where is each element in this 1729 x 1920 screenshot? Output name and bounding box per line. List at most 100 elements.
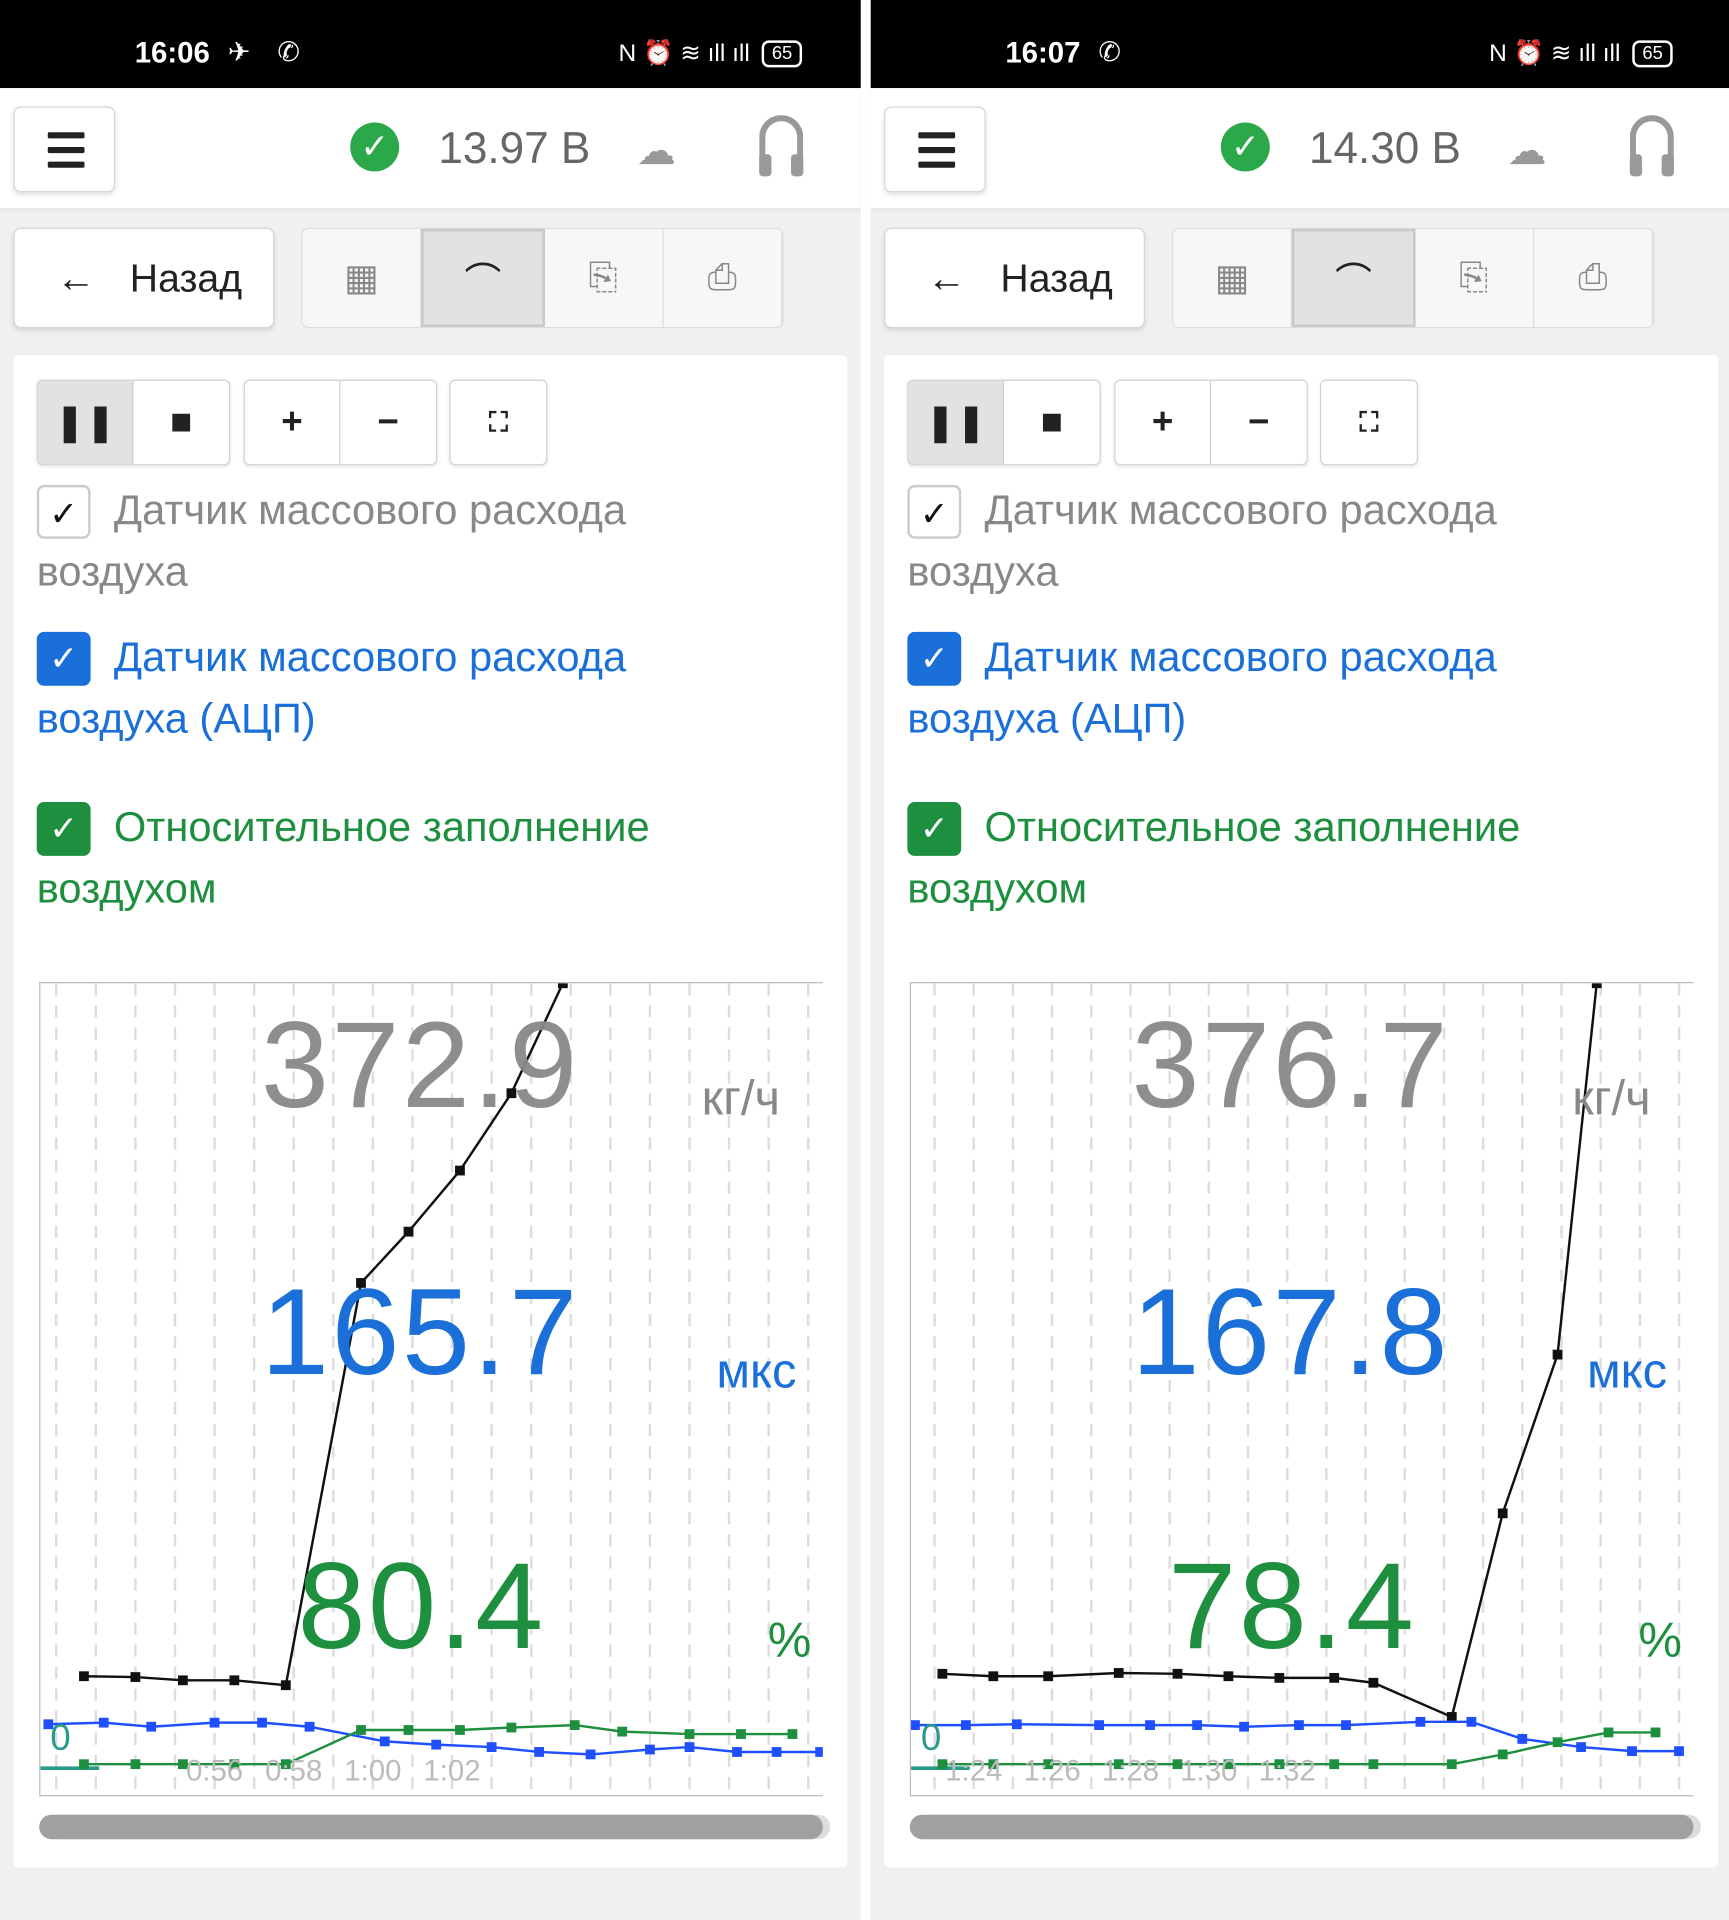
stop-button[interactable]: ■ <box>1004 380 1100 465</box>
sensor-toggle-maf[interactable]: ✓ Датчик массового расхода воздуха <box>36 480 772 602</box>
pause-button[interactable]: ❚❚ <box>908 380 1005 465</box>
chart-card: ❚❚ ■ + − ⛶ ✓ Датчик массового расхода воз… <box>884 355 1718 1868</box>
check-circle-icon: ✓ <box>350 122 400 172</box>
x-tick-label: 1:28 <box>1101 1754 1160 1788</box>
fullscreen-button[interactable]: ⛶ <box>1321 380 1417 465</box>
data-point <box>280 1680 291 1691</box>
app-header: ✓ 14.30 В ☁ <box>870 88 1729 209</box>
zoom-out-button[interactable]: − <box>340 380 436 465</box>
arrow-left-icon: ← <box>56 255 96 300</box>
data-point <box>1145 1720 1155 1730</box>
data-point <box>960 1720 971 1730</box>
checkbox-maf[interactable]: ✓ <box>907 484 962 539</box>
grid-view-icon[interactable]: ▦ <box>1173 228 1293 327</box>
sensor-toggle-air-fill[interactable]: ✓ Относительное заполнение воздухом <box>36 797 772 919</box>
pause-button[interactable]: ❚❚ <box>37 380 134 465</box>
data-point <box>455 1165 465 1176</box>
back-button[interactable]: ← Назад <box>13 227 275 329</box>
checkbox-maf-adc[interactable]: ✓ <box>36 631 91 686</box>
zoom-in-button[interactable]: + <box>244 380 341 465</box>
chart-view-icon[interactable]: ⌒ <box>421 228 545 327</box>
x-tick-label: 1:00 <box>344 1754 402 1788</box>
chart-scrollbar[interactable] <box>909 1814 1694 1840</box>
checkbox-maf[interactable]: ✓ <box>36 484 91 539</box>
menu-button[interactable] <box>884 106 986 193</box>
data-point <box>732 1747 742 1757</box>
data-point <box>130 1759 141 1770</box>
data-point <box>771 1747 782 1757</box>
cloud-download-icon[interactable]: ☁ <box>637 127 676 174</box>
grid-view-icon[interactable]: ▦ <box>302 228 422 327</box>
sensor-toggle-air-fill[interactable]: ✓ Относительное заполнение воздухом <box>907 797 1642 919</box>
data-point <box>911 1720 920 1730</box>
arrow-left-icon: ← <box>926 255 967 300</box>
data-point <box>1517 1734 1528 1744</box>
print-icon[interactable]: ⎙ <box>663 228 783 327</box>
data-point <box>1192 1720 1202 1730</box>
data-point <box>506 1722 517 1733</box>
data-point <box>209 1717 220 1728</box>
signal-icons: N ⏰ ≋ ıll ıll <box>618 40 750 68</box>
sensor-label: Относительное заполнение воздухом <box>907 804 1521 913</box>
notification-icons: ✈ ✆ <box>227 36 310 68</box>
chart-view-icon[interactable]: ⌒ <box>1292 228 1415 327</box>
data-point <box>79 1759 89 1770</box>
data-point <box>403 1226 414 1237</box>
data-point <box>1627 1746 1637 1757</box>
checkbox-air-fill[interactable]: ✓ <box>907 802 962 856</box>
battery-voltage: 13.97 В <box>438 122 591 173</box>
chart-scrollbar[interactable] <box>39 1814 823 1840</box>
cloud-download-icon[interactable]: ☁ <box>1507 127 1546 174</box>
data-point <box>356 1725 366 1735</box>
checkbox-maf-adc[interactable]: ✓ <box>907 631 962 686</box>
headset-icon[interactable] <box>759 115 804 177</box>
notification-icons: ✆ <box>1098 36 1131 68</box>
sensor-toggle-maf-adc[interactable]: ✓ Датчик массового расхода воздуха (АЦП) <box>36 627 772 749</box>
live-chart[interactable]: 376.7 кг/ч 167.8 мкс 78.4 % 0 1:24 1:26 1:… <box>909 982 1694 1797</box>
fullscreen-button[interactable]: ⛶ <box>450 380 547 465</box>
data-point <box>787 1729 798 1739</box>
zero-label: 0 <box>50 1717 71 1759</box>
data-point <box>534 1747 545 1757</box>
print-icon[interactable]: ⎙ <box>1534 228 1654 327</box>
data-point <box>1576 1742 1586 1752</box>
data-point <box>1368 1759 1379 1770</box>
data-point <box>1650 1727 1661 1738</box>
battery-voltage: 14.30 В <box>1308 122 1461 173</box>
zoom-in-button[interactable]: + <box>1115 380 1212 465</box>
x-tick-label: 1:32 <box>1258 1754 1316 1788</box>
sensor-label: Датчик массового расхода воздуха <box>36 487 627 596</box>
headset-icon[interactable] <box>1629 115 1674 177</box>
unit-air-fill: % <box>1638 1613 1682 1668</box>
unit-maf-adc: мкс <box>716 1344 797 1399</box>
export-icon[interactable]: ⎘ <box>1415 228 1534 327</box>
data-point <box>455 1725 465 1735</box>
data-point <box>1113 1668 1124 1678</box>
stop-button[interactable]: ■ <box>133 380 229 465</box>
sensor-toggle-maf-adc[interactable]: ✓ Датчик массового расхода воздуха (АЦП) <box>907 627 1642 749</box>
live-chart[interactable]: 372.9 кг/ч 165.7 мкс 80.4 % 0 0:56 0:58 1:… <box>39 982 823 1797</box>
sensor-label: Датчик массового расхода воздуха <box>907 487 1497 596</box>
view-switcher: ▦ ⌒ ⎘ ⎙ <box>301 227 784 329</box>
data-point <box>177 1675 188 1686</box>
back-label: Назад <box>129 255 243 300</box>
data-point <box>486 1742 497 1752</box>
data-point <box>585 1749 596 1760</box>
export-icon[interactable]: ⎘ <box>544 228 664 327</box>
zoom-out-button[interactable]: − <box>1211 380 1307 465</box>
fit-controls: ⛶ <box>449 379 548 466</box>
data-point <box>1552 1349 1563 1360</box>
battery-icon: 65 <box>1632 39 1673 67</box>
data-point <box>684 1742 695 1752</box>
back-label: Назад <box>1000 255 1113 300</box>
playback-controls: ❚❚ ■ <box>36 379 231 466</box>
back-button[interactable]: ← Назад <box>884 227 1145 329</box>
status-bar: 16:07 ✆ N ⏰ ≋ ıll ıll 65 <box>870 0 1729 89</box>
data-point <box>569 1720 580 1730</box>
sensor-toggle-maf[interactable]: ✓ Датчик массового расхода воздуха <box>907 480 1642 602</box>
data-point <box>229 1675 240 1686</box>
data-point <box>1497 1508 1508 1519</box>
checkbox-air-fill[interactable]: ✓ <box>36 802 91 856</box>
data-point <box>1466 1716 1477 1727</box>
menu-button[interactable] <box>13 106 116 193</box>
